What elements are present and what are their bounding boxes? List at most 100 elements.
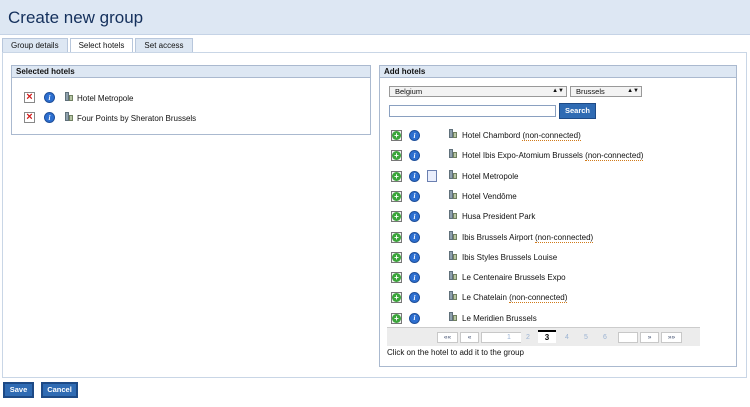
hotel-building-icon bbox=[64, 111, 73, 121]
pager-last-button[interactable]: »» bbox=[661, 332, 682, 343]
pager-page-4[interactable]: 4 bbox=[558, 332, 576, 343]
hotel-info-button[interactable]: i bbox=[409, 231, 420, 243]
add-hotel-name[interactable]: Le Chatelain (non-connected) bbox=[462, 293, 568, 304]
chevron-down-icon: ▲▼ bbox=[552, 88, 564, 94]
remove-hotel-button[interactable]: × bbox=[24, 92, 35, 103]
pager-page-2[interactable]: 2 bbox=[519, 332, 537, 343]
add-hotels-title: Add hotels bbox=[380, 66, 736, 78]
hotel-info-button[interactable]: i bbox=[409, 251, 420, 263]
add-plus-icon: + bbox=[392, 151, 401, 161]
hotel-name-text: Hotel Chambord bbox=[462, 131, 521, 140]
add-hotel-name[interactable]: Hotel Metropole bbox=[462, 172, 518, 181]
add-hotel-button[interactable]: + bbox=[391, 130, 402, 141]
add-plus-icon: + bbox=[392, 273, 401, 283]
hotel-building-icon bbox=[448, 270, 457, 281]
hotel-name-text: Hotel Vendôme bbox=[462, 191, 517, 201]
tab-group-details[interactable]: Group details bbox=[2, 38, 68, 52]
add-hotel-name[interactable]: Husa President Park bbox=[462, 212, 535, 221]
add-plus-icon: + bbox=[392, 171, 401, 181]
pagination: «« « 1 2 3 4 5 6 » »» bbox=[387, 327, 700, 346]
hotel-building-icon bbox=[448, 250, 457, 260]
hotel-building-icon bbox=[448, 230, 457, 240]
add-plus-icon: + bbox=[392, 212, 401, 222]
hotel-building-icon bbox=[448, 128, 457, 138]
hotel-name-text: Ibis Brussels Airport bbox=[462, 232, 533, 242]
tab-bar: Group details Select hotels Set access bbox=[2, 38, 195, 53]
hotel-name-text: Hotel Ibis Expo-Atomium Brussels bbox=[462, 151, 583, 161]
cancel-button[interactable]: Cancel bbox=[41, 382, 78, 398]
add-hotel-button[interactable]: + bbox=[391, 251, 402, 263]
pager-first-button[interactable]: «« bbox=[437, 332, 458, 343]
add-hotel-button[interactable]: + bbox=[391, 231, 402, 243]
non-connected-badge: (non-connected) bbox=[522, 131, 581, 141]
add-plus-icon: + bbox=[392, 131, 401, 140]
hotel-info-button[interactable]: i bbox=[409, 190, 420, 202]
add-plus-icon: + bbox=[392, 191, 401, 201]
non-connected-badge: (non-connected) bbox=[534, 232, 594, 243]
search-input[interactable] bbox=[389, 105, 556, 117]
hotel-building-icon bbox=[448, 169, 457, 179]
pager-page-5[interactable]: 5 bbox=[577, 332, 595, 343]
hotel-info-button[interactable]: i bbox=[409, 130, 420, 141]
hotel-building-icon bbox=[448, 290, 457, 301]
pager-page-3-current[interactable]: 3 bbox=[538, 330, 556, 343]
city-select-value: Brussels bbox=[576, 87, 605, 96]
add-plus-icon: + bbox=[392, 252, 401, 262]
add-hotel-button[interactable]: + bbox=[391, 170, 402, 182]
hotel-info-button[interactable]: i bbox=[44, 92, 55, 103]
city-select[interactable]: Brussels ▲▼ bbox=[570, 86, 642, 97]
add-hotel-button[interactable]: + bbox=[391, 211, 402, 223]
hotel-name-text: Le Meridien Brussels bbox=[462, 313, 537, 323]
add-hotel-button[interactable]: + bbox=[391, 190, 402, 202]
add-hotel-name[interactable]: Hotel Chambord (non-connected) bbox=[462, 131, 581, 141]
add-plus-icon: + bbox=[392, 313, 401, 323]
remove-hotel-button[interactable]: × bbox=[24, 112, 35, 123]
delete-x-icon: × bbox=[26, 111, 33, 123]
hotel-info-button[interactable]: i bbox=[409, 170, 420, 182]
pager-next-button[interactable]: » bbox=[640, 332, 659, 343]
note-icon[interactable] bbox=[427, 169, 437, 182]
add-hint-text: Click on the hotel to add it to the grou… bbox=[387, 348, 524, 357]
tab-set-access[interactable]: Set access bbox=[135, 38, 193, 52]
hotel-building-icon bbox=[64, 91, 73, 101]
chevron-down-icon: ▲▼ bbox=[627, 88, 639, 94]
add-hotel-name[interactable]: Hotel Ibis Expo-Atomium Brussels (non-co… bbox=[462, 151, 644, 162]
add-plus-icon: + bbox=[392, 293, 401, 303]
hotel-building-icon bbox=[448, 311, 457, 321]
country-select[interactable]: Belgium ▲▼ bbox=[389, 86, 567, 97]
hotel-name-text: Le Centenaire Brussels Expo bbox=[462, 273, 566, 283]
search-button[interactable]: Search bbox=[559, 103, 596, 119]
page-header: Create new group bbox=[0, 0, 750, 35]
hotel-name-text: Hotel Metropole bbox=[462, 171, 519, 181]
save-button[interactable]: Save bbox=[3, 382, 34, 398]
add-plus-icon: + bbox=[392, 232, 401, 242]
add-hotel-name[interactable]: Ibis Brussels Airport (non-connected) bbox=[462, 232, 594, 243]
add-hotel-name[interactable]: Le Meridien Brussels bbox=[462, 314, 537, 323]
hotel-building-icon bbox=[448, 189, 457, 199]
selected-hotel-name: Hotel Metropole bbox=[77, 94, 134, 103]
tab-select-hotels[interactable]: Select hotels bbox=[69, 38, 134, 53]
selected-hotels-title: Selected hotels bbox=[12, 66, 370, 78]
pager-page-6[interactable]: 6 bbox=[596, 332, 614, 343]
pager-spacer bbox=[618, 332, 638, 343]
pager-prev-button[interactable]: « bbox=[460, 332, 479, 343]
hotel-name-text: Ibis Styles Brussels Louise bbox=[462, 252, 558, 262]
add-hotel-name[interactable]: Ibis Styles Brussels Louise bbox=[462, 253, 557, 262]
hotel-info-button[interactable]: i bbox=[409, 312, 420, 324]
non-connected-badge: (non-connected) bbox=[509, 293, 568, 304]
add-hotel-button[interactable]: + bbox=[391, 272, 402, 284]
add-hotel-name[interactable]: Hotel Vendôme bbox=[462, 192, 517, 201]
page-title: Create new group bbox=[8, 8, 144, 27]
country-select-value: Belgium bbox=[395, 87, 423, 96]
delete-x-icon: × bbox=[26, 91, 33, 103]
hotel-building-icon bbox=[448, 148, 457, 159]
hotel-info-button[interactable]: i bbox=[44, 112, 55, 123]
hotel-building-icon bbox=[448, 209, 457, 220]
non-connected-badge: (non-connected) bbox=[585, 151, 644, 162]
pager-page-1[interactable]: 1 bbox=[500, 332, 518, 343]
add-hotel-button[interactable]: + bbox=[391, 292, 402, 304]
add-hotel-button[interactable]: + bbox=[391, 150, 402, 162]
hotel-name-text: Le Chatelain bbox=[462, 293, 507, 303]
add-hotel-button[interactable]: + bbox=[391, 312, 402, 324]
add-hotel-name[interactable]: Le Centenaire Brussels Expo bbox=[462, 273, 566, 282]
